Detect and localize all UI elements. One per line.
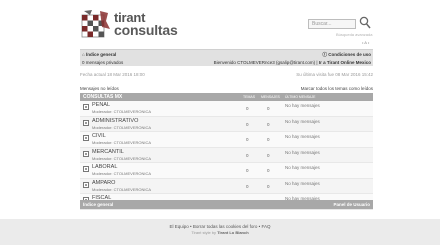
forum-folder-icon [83, 135, 89, 141]
forum-name-link[interactable]: PENAL [92, 102, 110, 108]
user-info: Bienvenido CTOLMEVERnce3 (gsalip@tirant.… [213, 60, 371, 65]
advanced-search-link[interactable]: Búsqueda avanzada [336, 32, 372, 37]
forum-row[interactable]: MERCANTIL Moderador: CTOLMEVERONICA 0 0 No h… [80, 147, 373, 163]
forum-temas-count: 0 [246, 121, 249, 127]
footer-credit-prefix: Tirant style by [191, 230, 217, 235]
forum-folder-icon [83, 119, 89, 126]
footer-credit: Tirant style by Tirant Lo Blanch [0, 230, 440, 235]
bottom-nav-bar: Índice general Panel de Usuario [80, 200, 373, 209]
footer-links[interactable]: El Equipo • Borrar todas las cookies del… [0, 224, 440, 229]
forum-moderator: Moderador: CTOLMEVERONICA [92, 186, 152, 192]
user-panel-link[interactable]: Panel de Usuario [333, 202, 370, 207]
forum-last-post: No hay mensajes [285, 103, 320, 108]
forum-moderator: Moderador: CTOLMEVERONICA [92, 155, 152, 161]
forum-mensajes-count: 0 [267, 106, 270, 111]
forum-row[interactable]: ADMINISTRATIVO Moderador: CTOLMEVERONICA 0… [80, 116, 373, 132]
forum-table: CONSULTAS MX TEMAS MENSAJES ÚLTIMO MENSA… [80, 93, 373, 210]
forum-temas-count: 0 [246, 106, 249, 111]
forum-name-link[interactable]: ADMINISTRATIVO [92, 118, 138, 124]
user-welcome-text: Bienvenido CTOLMEVERnce3 (gsalip@tirant.… [213, 60, 316, 65]
forum-row[interactable]: LABORAL Moderador: CTOLMEVERONICA 0 0 No hay… [80, 163, 373, 179]
forum-row[interactable]: AMPARO Moderador: CTOLMEVERONICA 0 0 No hay … [80, 178, 373, 194]
col-mensajes-header: MENSAJES [261, 95, 280, 99]
forum-temas-count: 0 [246, 137, 249, 142]
forum-category-title[interactable]: CONSULTAS MX [83, 94, 122, 100]
logo-line2: consultas [114, 22, 178, 38]
forum-last-post: No hay mensajes [285, 180, 320, 186]
forum-folder-icon [83, 181, 89, 188]
terms-label: Condiciones de uso [328, 52, 371, 57]
forum-folder-icon [83, 166, 89, 172]
mark-all-read-link[interactable]: Marcar todos los temas como leídos [301, 86, 373, 91]
tirant-online-link[interactable]: Ir a Tirant Online Mexico [319, 60, 371, 65]
forum-moderator: Moderador: CTOLMEVERONICA [92, 140, 152, 145]
col-temas-header: TEMAS [243, 95, 256, 99]
nav-index-link[interactable]: ⌂ Índice general [82, 52, 116, 57]
last-visit-date: Su última visita fue 08 Mar 2016 15:42 [296, 72, 373, 77]
forum-name-link[interactable]: AMPARO [92, 180, 115, 186]
forum-temas-count: 0 [246, 152, 249, 158]
site-logo[interactable]: tirant consultas [80, 9, 198, 41]
forum-row[interactable]: PENAL Moderador: CTOLMEVERONICA 0 0 No hay m… [80, 101, 373, 117]
forum-moderator: Moderador: CTOLMEVERONICA [92, 171, 152, 176]
logo-mark-icon [81, 10, 110, 38]
nav-bar: ⌂ Índice general 0 mensajes privados ⓘ C… [80, 49, 373, 66]
footer-brand-link[interactable]: Tirant Lo Blanch [217, 230, 248, 235]
forum-moderator: Moderador: CTOLMEVERONICA [92, 124, 152, 130]
footer: El Equipo • Borrar todas las cookies del… [0, 219, 440, 245]
forum-mensajes-count: 0 [267, 183, 270, 189]
terms-link[interactable]: ⓘ Condiciones de uso [322, 52, 371, 58]
unread-messages-link[interactable]: Mensajes no leídos [80, 86, 119, 91]
current-date: Fecha actual 18 Mar 2016 18:00 [80, 72, 145, 77]
forum-folder-icon [83, 104, 89, 110]
logo-text: tirant consultas [114, 11, 178, 38]
forum-temas-count: 0 [246, 168, 249, 173]
forum-table-header: CONSULTAS MX TEMAS MENSAJES ÚLTIMO MENSA… [80, 93, 373, 101]
forum-mensajes-count: 0 [267, 152, 270, 158]
forum-name-link[interactable]: CIVIL [92, 133, 106, 139]
private-messages-link[interactable]: 0 mensajes privados [82, 60, 123, 65]
forum-name-link[interactable]: LABORAL [92, 164, 117, 170]
page: tirant consultas Buscar... Búsqueda avan… [0, 0, 440, 245]
forum-last-post: No hay mensajes [285, 165, 320, 170]
header-small-text: • A • [362, 40, 370, 45]
forum-rows: PENAL Moderador: CTOLMEVERONICA 0 0 No hay m… [80, 101, 373, 210]
search-input[interactable]: Buscar... [308, 19, 356, 29]
forum-name-link[interactable]: MERCANTIL [92, 149, 124, 155]
header: tirant consultas Buscar... Búsqueda avan… [0, 0, 440, 48]
nav-index-label: Índice general [85, 52, 117, 57]
forum-last-post: No hay mensajes [285, 149, 320, 155]
forum-last-post: No hay mensajes [285, 118, 320, 124]
forum-last-post: No hay mensajes [285, 134, 320, 139]
col-last-header: ÚLTIMO MENSAJE [285, 95, 316, 99]
forum-mensajes-count: 0 [267, 137, 270, 142]
bottom-index-link[interactable]: Índice general [83, 202, 113, 207]
forum-folder-icon [83, 150, 89, 157]
forum-temas-count: 0 [246, 183, 249, 189]
forum-mensajes-count: 0 [267, 121, 270, 127]
search-icon[interactable] [359, 16, 371, 29]
forum-mensajes-count: 0 [267, 168, 270, 173]
forum-moderator: Moderador: CTOLMEVERONICA [92, 109, 152, 114]
forum-row[interactable]: CIVIL Moderador: CTOLMEVERONICA 0 0 No hay m… [80, 132, 373, 148]
